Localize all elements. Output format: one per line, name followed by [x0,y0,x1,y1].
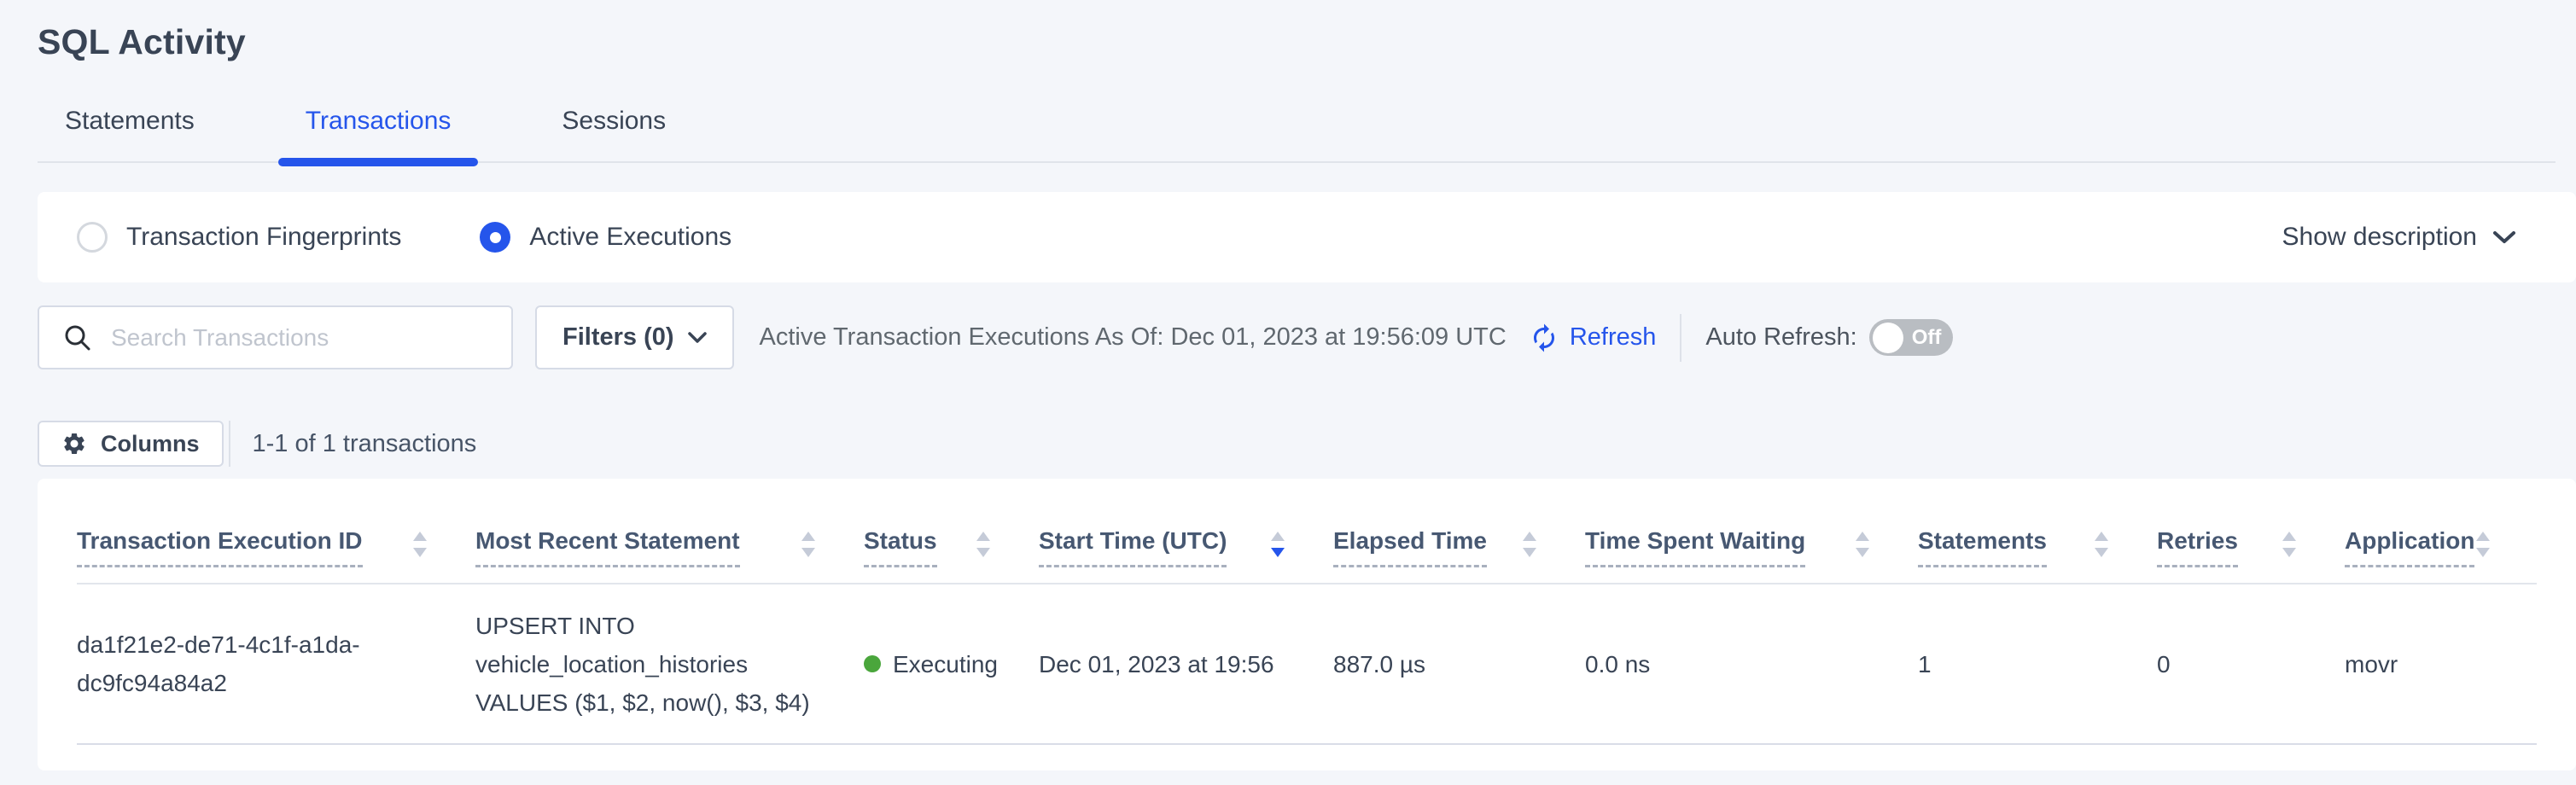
radio-active-executions[interactable]: Active Executions [480,222,731,253]
column-header-start-time[interactable]: Start Time (UTC) [1039,479,1333,584]
sort-icon[interactable] [800,530,817,566]
sort-icon[interactable] [411,530,428,566]
search-box[interactable] [38,305,513,369]
as-of-text: Active Transaction Executions As Of: Dec… [760,323,1507,352]
refresh-label: Refresh [1570,323,1657,352]
cell-application: movr [2345,584,2537,744]
tab-bar: Statements Transactions Sessions [38,107,2556,163]
cell-most-recent-statement: UPSERT INTO vehicle_location_histories V… [475,584,864,744]
column-header-application[interactable]: Application [2345,479,2537,584]
auto-refresh-label: Auto Refresh: [1705,323,1856,352]
gear-icon [61,431,87,456]
radio-transaction-fingerprints-label: Transaction Fingerprints [126,223,401,252]
columns-button-label: Columns [101,431,200,457]
column-header-status[interactable]: Status [864,479,1039,584]
tab-sessions-label: Sessions [562,107,666,135]
filters-button-label: Filters (0) [562,323,674,352]
transactions-table: Transaction Execution ID Most Recent Sta… [77,479,2537,745]
refresh-icon [1529,323,1559,353]
cell-start-time: Dec 01, 2023 at 19:56 [1039,584,1333,744]
executing-status-dot-icon [864,655,881,672]
sort-icon[interactable] [975,530,992,566]
cell-retries: 0 [2157,584,2345,744]
search-icon [63,323,92,352]
toolbar: Filters (0) Active Transaction Execution… [38,305,2576,369]
sort-icon[interactable] [1269,530,1286,566]
chevron-down-icon [2492,230,2516,245]
auto-refresh-toggle[interactable]: Off [1869,319,1953,356]
transactions-table-card: Transaction Execution ID Most Recent Sta… [38,479,2576,770]
refresh-button[interactable]: Refresh [1529,323,1657,353]
view-mode-card: Transaction Fingerprints Active Executio… [38,192,2576,282]
cell-statements: 1 [1918,584,2157,744]
sort-icon[interactable] [2474,530,2491,566]
sql-activity-page: SQL Activity Statements Transactions Ses… [0,0,2576,785]
tab-statements[interactable]: Statements [38,107,222,161]
show-description-toggle[interactable]: Show description [2282,223,2516,252]
sort-icon[interactable] [2281,530,2298,566]
tab-sessions[interactable]: Sessions [534,107,693,161]
results-count: 1-1 of 1 transactions [253,430,477,458]
column-header-time-spent-waiting[interactable]: Time Spent Waiting [1585,479,1918,584]
radio-selected-icon [480,222,510,253]
columns-button[interactable]: Columns [38,421,224,467]
toolbar-divider [1680,314,1681,362]
tab-transactions-label: Transactions [306,107,452,135]
sort-icon[interactable] [1521,530,1538,566]
page-title: SQL Activity [0,0,2576,62]
show-description-label: Show description [2282,223,2477,252]
table-header-row: Transaction Execution ID Most Recent Sta… [77,479,2537,584]
filters-button[interactable]: Filters (0) [535,305,734,369]
sort-icon[interactable] [1854,530,1871,566]
status-label: Executing [893,645,998,683]
cell-elapsed-time: 887.0 µs [1333,584,1585,744]
toggle-state-label: Off [1912,326,1942,350]
toggle-knob [1873,323,1903,353]
column-header-most-recent-statement[interactable]: Most Recent Statement [475,479,864,584]
column-header-transaction-execution-id[interactable]: Transaction Execution ID [77,479,475,584]
radio-active-executions-label: Active Executions [529,223,731,252]
column-header-retries[interactable]: Retries [2157,479,2345,584]
search-input[interactable] [111,324,494,352]
cell-time-spent-waiting: 0.0 ns [1585,584,1918,744]
controls-divider [229,421,230,467]
chevron-down-icon [688,332,707,344]
column-header-statements[interactable]: Statements [1918,479,2157,584]
tab-statements-label: Statements [65,107,195,135]
radio-unselected-icon [77,222,108,253]
column-header-elapsed-time[interactable]: Elapsed Time [1333,479,1585,584]
active-tab-indicator [278,158,479,166]
sort-icon[interactable] [2093,530,2110,566]
tab-transactions[interactable]: Transactions [278,107,479,161]
table-controls-row: Columns 1-1 of 1 transactions [38,421,2576,467]
cell-transaction-execution-id: da1f21e2-de71-4c1f-a1da-dc9fc94a84a2 [77,584,475,744]
radio-transaction-fingerprints[interactable]: Transaction Fingerprints [77,222,401,253]
table-row[interactable]: da1f21e2-de71-4c1f-a1da-dc9fc94a84a2 UPS… [77,584,2537,744]
cell-status: Executing [864,584,1039,744]
